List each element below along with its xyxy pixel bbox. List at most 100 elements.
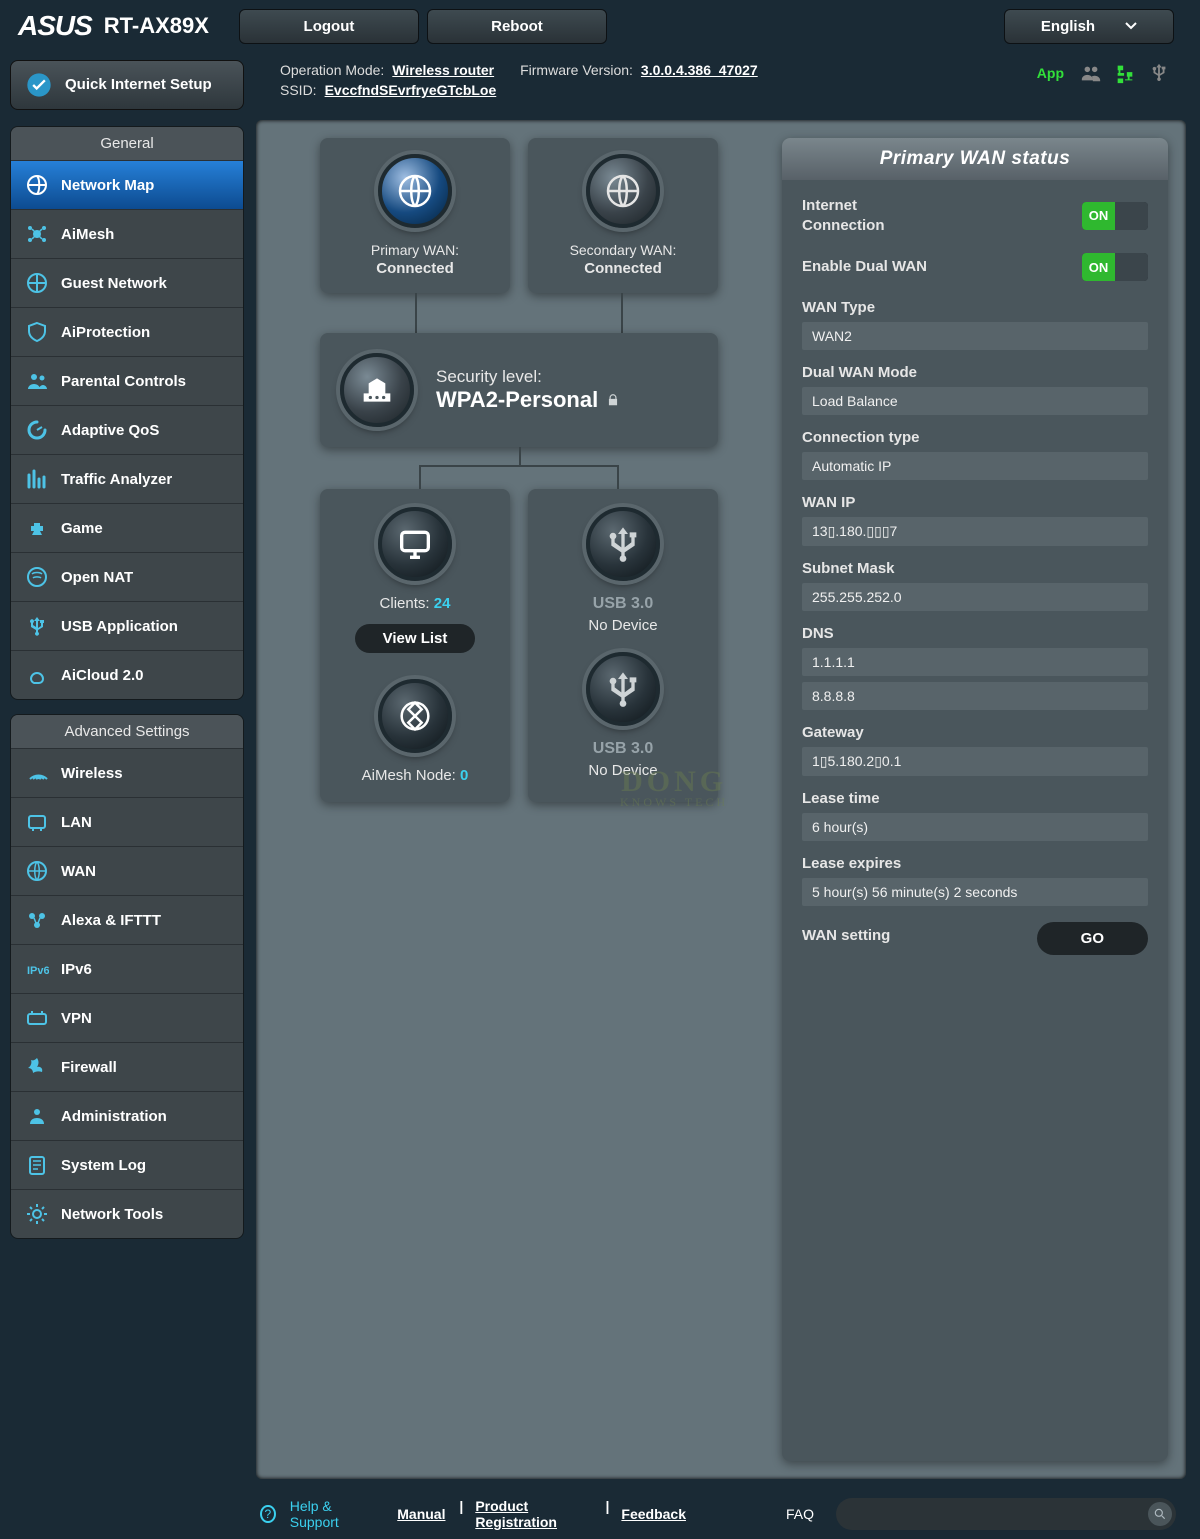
sidebar-item-administration[interactable]: Administration: [11, 1091, 243, 1140]
nav-icon: [25, 1202, 49, 1226]
toggle-label: Enable Dual WAN: [802, 257, 942, 277]
sidebar-item-label: Network Map: [61, 177, 154, 194]
sidebar-item-traffic-analyzer[interactable]: Traffic Analyzer: [11, 454, 243, 503]
advanced-nav: Advanced Settings Wireless LANWAN Alexa & …: [10, 714, 244, 1239]
sidebar-item-parental-controls[interactable]: Parental Controls: [11, 356, 243, 405]
chevron-down-icon: [1125, 22, 1137, 30]
sidebar-item-label: IPv6: [61, 961, 92, 978]
usb-status-icon[interactable]: [1148, 62, 1170, 84]
router-icon: [340, 353, 414, 427]
users-icon[interactable]: [1080, 62, 1102, 84]
primary-wan-card[interactable]: Primary WAN: Connected: [320, 138, 510, 293]
quick-setup-icon: [25, 71, 53, 99]
usb-card[interactable]: USB 3.0 No Device USB 3.0 No Device: [528, 489, 718, 802]
sidebar-item-network-map[interactable]: Network Map: [11, 160, 243, 209]
manual-link[interactable]: Manual: [397, 1506, 445, 1522]
sidebar-item-guest-network[interactable]: Guest Network: [11, 258, 243, 307]
sidebar-item-label: USB Application: [61, 618, 178, 635]
lan-status-icon[interactable]: [1114, 62, 1136, 84]
sidebar-item-label: Alexa & IFTTT: [61, 912, 161, 929]
ssid-link[interactable]: EvccfndSEvrfryeGTcbLoe: [325, 82, 497, 98]
sidebar-item-firewall[interactable]: Firewall: [11, 1042, 243, 1091]
feedback-link[interactable]: Feedback: [621, 1506, 686, 1522]
clients-label: Clients:: [380, 595, 430, 612]
search-button[interactable]: [1148, 1502, 1172, 1526]
nav-icon: [25, 271, 49, 295]
field-value: 1.1.1.1: [802, 648, 1148, 676]
field-label: Dual WAN Mode: [802, 364, 1148, 381]
field-value: 1▯5.180.2▯0.1: [802, 747, 1148, 776]
nav-icon: [25, 614, 49, 638]
sidebar-item-label: Adaptive QoS: [61, 422, 159, 439]
sidebar-item-system-log[interactable]: System Log: [11, 1140, 243, 1189]
sidebar-item-label: Firewall: [61, 1059, 117, 1076]
nav-icon: [25, 516, 49, 540]
nav-icon: [25, 467, 49, 491]
nav-icon: [25, 761, 49, 785]
sidebar-item-wan[interactable]: WAN: [11, 846, 243, 895]
nav-icon: [25, 222, 49, 246]
fw-link[interactable]: 3.0.0.4.386_47027: [641, 62, 758, 78]
field-label: WAN IP: [802, 494, 1148, 511]
toggle-internet-connection[interactable]: ON: [1082, 202, 1148, 230]
op-mode-link[interactable]: Wireless router: [392, 62, 494, 78]
sidebar-item-usb-application[interactable]: USB Application: [11, 601, 243, 650]
nav-icon: [25, 1104, 49, 1128]
sidebar-item-open-nat[interactable]: Open NAT: [11, 552, 243, 601]
product-registration-link[interactable]: Product Registration: [475, 1498, 591, 1530]
faq-search-input[interactable]: [836, 1498, 1176, 1530]
search-icon: [1153, 1507, 1167, 1521]
sidebar-item-vpn[interactable]: VPN: [11, 993, 243, 1042]
toggle-label: Internet Connection: [802, 196, 942, 235]
sidebar-item-wireless[interactable]: Wireless: [11, 748, 243, 797]
field-label: WAN Type: [802, 299, 1148, 316]
toggle-enable-dual-wan[interactable]: ON: [1082, 253, 1148, 281]
go-button[interactable]: GO: [1037, 922, 1148, 955]
sidebar-item-aicloud-2-0[interactable]: AiCloud 2.0: [11, 650, 243, 699]
nav-icon: [25, 369, 49, 393]
lock-icon: [606, 392, 620, 408]
sidebar-item-ipv6[interactable]: IPv6 IPv6: [11, 944, 243, 993]
quick-internet-setup[interactable]: Quick Internet Setup: [10, 60, 244, 110]
aimesh-count: 0: [460, 767, 468, 784]
logout-button[interactable]: Logout: [239, 9, 419, 44]
usb1-status: No Device: [540, 617, 706, 634]
nav-icon: [25, 1006, 49, 1030]
language-select[interactable]: English: [1004, 9, 1174, 44]
field-value: WAN2: [802, 322, 1148, 350]
app-link[interactable]: App: [1037, 65, 1064, 81]
sidebar-item-game[interactable]: Game: [11, 503, 243, 552]
field-value: 5 hour(s) 56 minute(s) 2 seconds: [802, 878, 1148, 906]
nav-icon: [25, 173, 49, 197]
secondary-wan-status: Connected: [540, 260, 706, 277]
sidebar-item-adaptive-qos[interactable]: Adaptive QoS: [11, 405, 243, 454]
advanced-heading: Advanced Settings: [11, 715, 243, 748]
clients-card[interactable]: Clients: 24 View List AiMesh Node: 0: [320, 489, 510, 802]
field-value: Automatic IP: [802, 452, 1148, 480]
nav-icon: IPv6: [25, 957, 49, 981]
reboot-button[interactable]: Reboot: [427, 9, 607, 44]
sidebar-item-alexa-ifttt[interactable]: Alexa & IFTTT: [11, 895, 243, 944]
view-list-button[interactable]: View List: [355, 624, 476, 653]
sidebar-item-label: Guest Network: [61, 275, 167, 292]
sidebar-item-aiprotection[interactable]: AiProtection: [11, 307, 243, 356]
security-card[interactable]: Security level: WPA2-Personal: [320, 333, 718, 447]
secondary-wan-label: Secondary WAN:: [540, 242, 706, 258]
nav-icon: [25, 663, 49, 687]
sidebar-item-aimesh[interactable]: AiMesh: [11, 209, 243, 258]
ssid-label: SSID:: [280, 82, 317, 98]
aimesh-label: AiMesh Node:: [362, 767, 456, 784]
sidebar-item-label: Wireless: [61, 765, 123, 782]
svg-text:IPv6: IPv6: [27, 965, 49, 977]
sidebar-item-label: Game: [61, 520, 103, 537]
sidebar-item-lan[interactable]: LAN: [11, 797, 243, 846]
main-panel: Primary WAN: Connected Secondary WAN: Co…: [256, 120, 1186, 1479]
sidebar-item-label: Traffic Analyzer: [61, 471, 172, 488]
monitor-icon: [378, 507, 452, 581]
secondary-wan-card[interactable]: Secondary WAN: Connected: [528, 138, 718, 293]
sidebar-item-network-tools[interactable]: Network Tools: [11, 1189, 243, 1238]
brand-logo: ASUS: [18, 10, 92, 42]
field-value: 13▯.180.▯▯▯7: [802, 517, 1148, 546]
field-label: Lease expires: [802, 855, 1148, 872]
sidebar-item-label: VPN: [61, 1010, 92, 1027]
